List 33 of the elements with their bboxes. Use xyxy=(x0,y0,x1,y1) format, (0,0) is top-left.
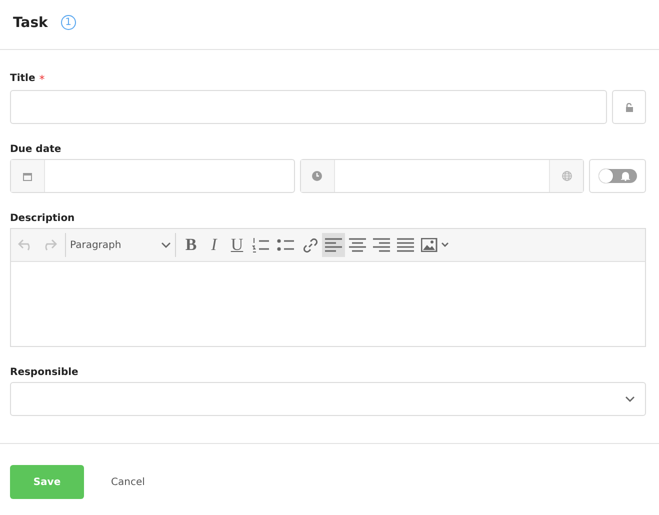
bold-button[interactable]: B xyxy=(180,233,202,257)
cancel-button[interactable]: Cancel xyxy=(105,476,151,488)
chevron-down-icon xyxy=(161,242,171,248)
date-input[interactable] xyxy=(10,159,294,193)
italic-button[interactable]: I xyxy=(203,233,225,257)
description-label: Description xyxy=(10,213,76,224)
step-badge: 1 xyxy=(60,15,76,30)
reminder-toggle[interactable] xyxy=(598,169,636,183)
due-date-label: Due date xyxy=(10,144,62,155)
justify-icon[interactable] xyxy=(397,238,414,252)
calendar-icon xyxy=(23,172,32,180)
form-title: Task xyxy=(13,14,48,30)
align-left-button[interactable] xyxy=(322,233,345,257)
unlocked-padlock-icon xyxy=(624,102,634,112)
time-input[interactable] xyxy=(300,159,584,193)
globe-icon xyxy=(562,171,572,181)
responsible-label: Responsible xyxy=(10,367,80,378)
bullet-list-icon[interactable] xyxy=(277,238,295,252)
image-icon[interactable] xyxy=(421,238,450,252)
required-mark: * xyxy=(39,73,45,86)
title-input[interactable] xyxy=(10,90,607,124)
block-format-dropdown[interactable]: Paragraph xyxy=(65,233,176,257)
title-label: Title xyxy=(10,73,36,84)
clock-icon xyxy=(312,171,322,181)
bell-icon xyxy=(620,171,630,181)
lock-button[interactable] xyxy=(612,90,646,124)
align-left-icon[interactable] xyxy=(325,238,342,252)
underline-button[interactable]: U xyxy=(226,233,248,257)
align-right-icon[interactable] xyxy=(373,238,390,252)
link-icon[interactable] xyxy=(302,238,318,252)
numbered-list-icon[interactable] xyxy=(252,237,270,253)
align-center-icon[interactable] xyxy=(349,238,366,252)
chevron-down-icon xyxy=(625,396,635,402)
